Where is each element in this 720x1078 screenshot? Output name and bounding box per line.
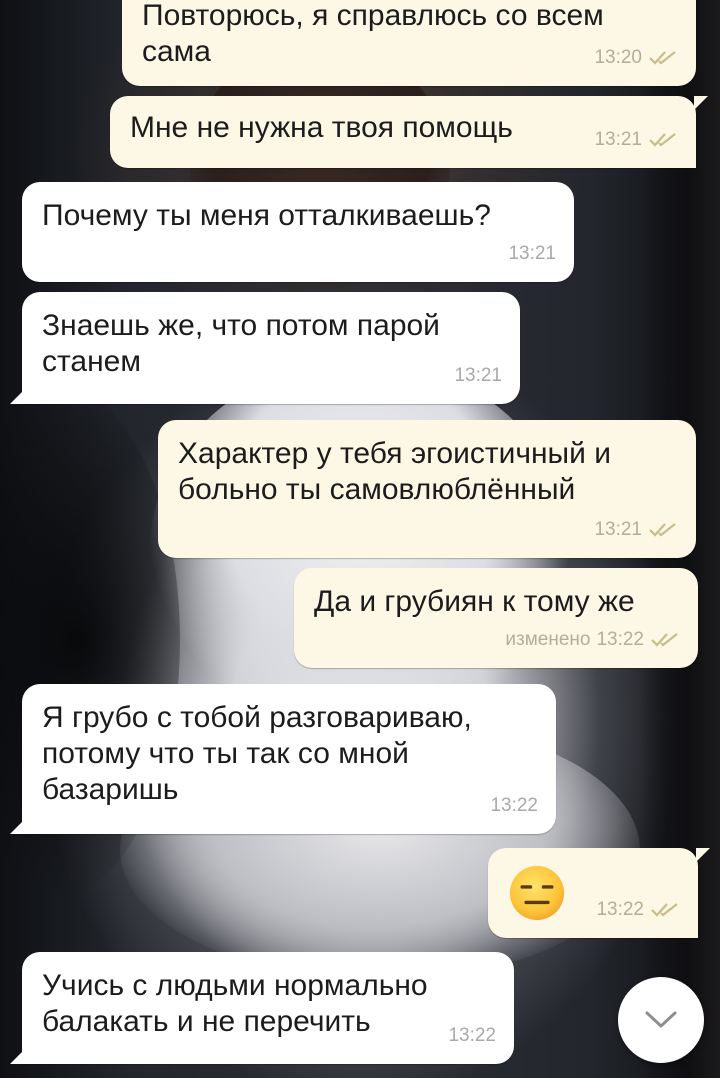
message-time: 13:22: [490, 795, 538, 816]
message-meta: 13:21: [508, 236, 556, 272]
message-text: Учись с людьми нормально балакать и не п…: [42, 969, 428, 1038]
double-check-icon: [651, 903, 678, 917]
message-time: 13:22: [596, 899, 644, 920]
message-bubble-outgoing[interactable]: 13:22: [488, 848, 710, 938]
message-bubble-incoming[interactable]: Знаешь же, что потом парой станем 13:21: [10, 292, 520, 404]
double-check-icon: [649, 51, 676, 65]
message-meta: 13:21: [594, 512, 678, 548]
message-bubble-incoming[interactable]: Почему ты меня отталкиваешь? 13:21: [22, 182, 574, 282]
message-bubble-incoming[interactable]: Я грубо с тобой разговариваю, потому что…: [10, 684, 556, 834]
message-time: 13:21: [454, 365, 502, 386]
scroll-to-bottom-button[interactable]: [618, 977, 704, 1063]
message-bubble-outgoing[interactable]: Повторюсь, я справлюсь со всем сама 13:2…: [122, 0, 696, 86]
message-bubble-outgoing[interactable]: Мне не нужна твоя помощь 13:21: [110, 96, 708, 168]
bubble-tail: [696, 848, 710, 862]
double-check-icon: [651, 633, 678, 647]
bubble-tail: [10, 390, 24, 404]
message-time: 13:21: [594, 129, 642, 150]
message-time: 13:22: [448, 1025, 496, 1046]
double-check-icon: [649, 523, 676, 537]
message-meta: 13:22: [596, 892, 680, 928]
bubble-tail: [694, 96, 708, 110]
expressionless-face-icon: [509, 865, 565, 921]
message-time: 13:20: [594, 47, 642, 68]
message-text: Характер у тебя эгоистичный и больно ты …: [178, 437, 611, 506]
edited-label: изменено: [505, 629, 591, 650]
message-meta: 13:22: [448, 1018, 496, 1054]
double-check-icon: [649, 133, 676, 147]
message-time: 13:21: [594, 519, 642, 540]
message-bubble-outgoing[interactable]: Характер у тебя эгоистичный и больно ты …: [158, 420, 696, 558]
message-meta: 13:22: [490, 788, 538, 824]
message-time: 13:22: [596, 629, 644, 650]
message-text: Да и грубиян к тому же: [314, 585, 635, 618]
message-meta: изменено 13:22: [505, 622, 680, 658]
message-bubble-incoming[interactable]: Учись с людьми нормально балакать и не п…: [10, 952, 514, 1064]
chevron-down-icon: [645, 1011, 677, 1028]
message-text: Почему ты меня отталкиваешь?: [42, 199, 491, 232]
message-bubble-outgoing[interactable]: Да и грубиян к тому же изменено 13:22: [294, 568, 698, 668]
message-meta: 13:21: [594, 122, 678, 158]
message-meta: 13:21: [454, 358, 502, 394]
message-time: 13:21: [508, 243, 556, 264]
message-text: Я грубо с тобой разговариваю, потому что…: [42, 701, 472, 806]
bubble-tail: [10, 1050, 24, 1064]
message-meta: 13:20: [594, 40, 678, 76]
message-text: Знаешь же, что потом парой станем: [42, 309, 440, 378]
bubble-tail: [10, 820, 24, 834]
